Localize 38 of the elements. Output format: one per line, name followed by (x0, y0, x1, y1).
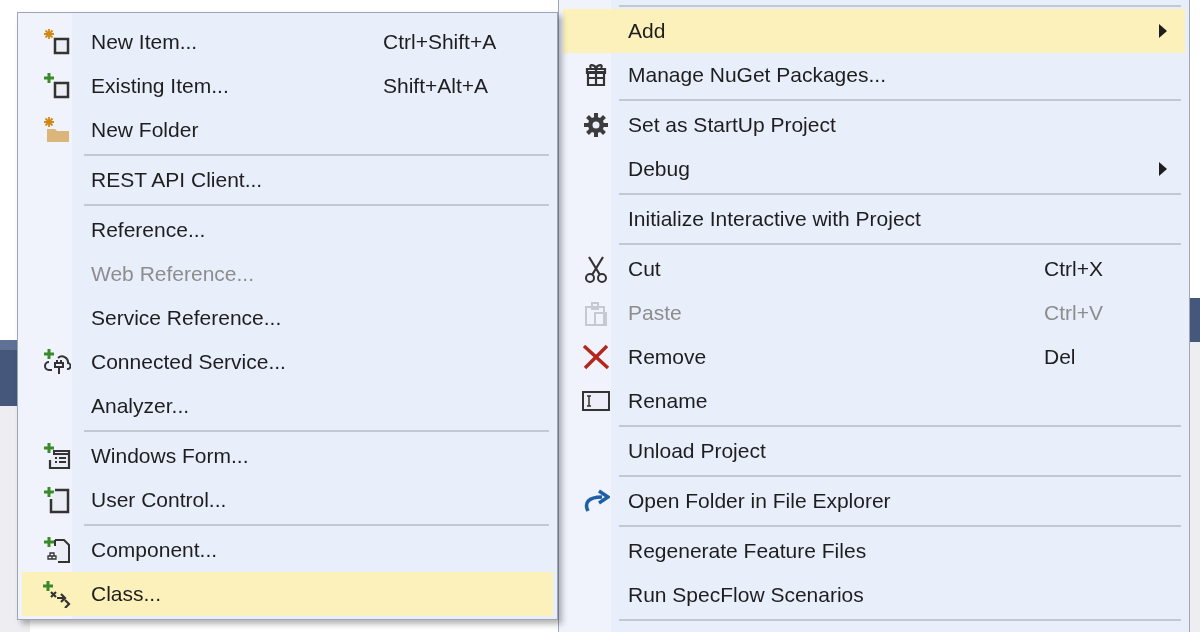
add-class-icon (41, 580, 72, 608)
gear-icon (582, 112, 609, 138)
menu-item[interactable]: Manage NuGet Packages... (563, 53, 1185, 97)
menu-item[interactable]: Initialize Interactive with Project (563, 197, 1185, 241)
menu-item[interactable]: Component... (22, 528, 553, 572)
menu-item[interactable]: Regenerate Feature Files (563, 529, 1185, 573)
menu-item[interactable]: Existing Item... Shift+Alt+A (22, 64, 553, 108)
rename-icon (581, 391, 610, 411)
menu-item[interactable]: Rename (563, 379, 1185, 423)
menu-item[interactable]: Unload Project (563, 429, 1185, 473)
cloud-plug-icon (42, 348, 71, 376)
menu-item[interactable]: Remove Del (563, 335, 1185, 379)
menu-item[interactable]: Reference... (22, 208, 553, 252)
scissors-icon (582, 255, 609, 283)
menu-item[interactable]: Run SpecFlow Scenarios (563, 573, 1185, 617)
menu-item[interactable]: Windows Form... (22, 434, 553, 478)
menu-item[interactable]: Open Folder in File Explorer (563, 479, 1185, 523)
new-item-icon (42, 28, 71, 56)
clipboard-icon (582, 299, 609, 327)
menu-item[interactable]: REST API Client... (22, 158, 553, 202)
menu-item[interactable]: New Item... Ctrl+Shift+A (22, 20, 553, 64)
menu-item[interactable]: Debug (563, 147, 1185, 191)
menu-item[interactable]: Connected Service... (22, 340, 553, 384)
menu-item[interactable]: New Folder (22, 108, 553, 152)
add-control-icon (42, 486, 71, 514)
menu-item[interactable]: Analyzer... (22, 384, 553, 428)
add-component-icon (42, 536, 71, 564)
menu-item[interactable]: Class... (22, 572, 553, 616)
add-file-icon (42, 72, 71, 100)
close-icon (581, 344, 610, 370)
new-folder-icon (42, 116, 71, 144)
menu-item[interactable]: Set as StartUp Project (563, 103, 1185, 147)
menu-item[interactable]: User Control... (22, 478, 553, 522)
menu-item[interactable]: Add (563, 9, 1185, 53)
menu-item[interactable]: Service Reference... (22, 296, 553, 340)
add-form-icon (42, 442, 71, 470)
menu-item[interactable]: Cut Ctrl+X (563, 247, 1185, 291)
package-icon (584, 63, 607, 87)
